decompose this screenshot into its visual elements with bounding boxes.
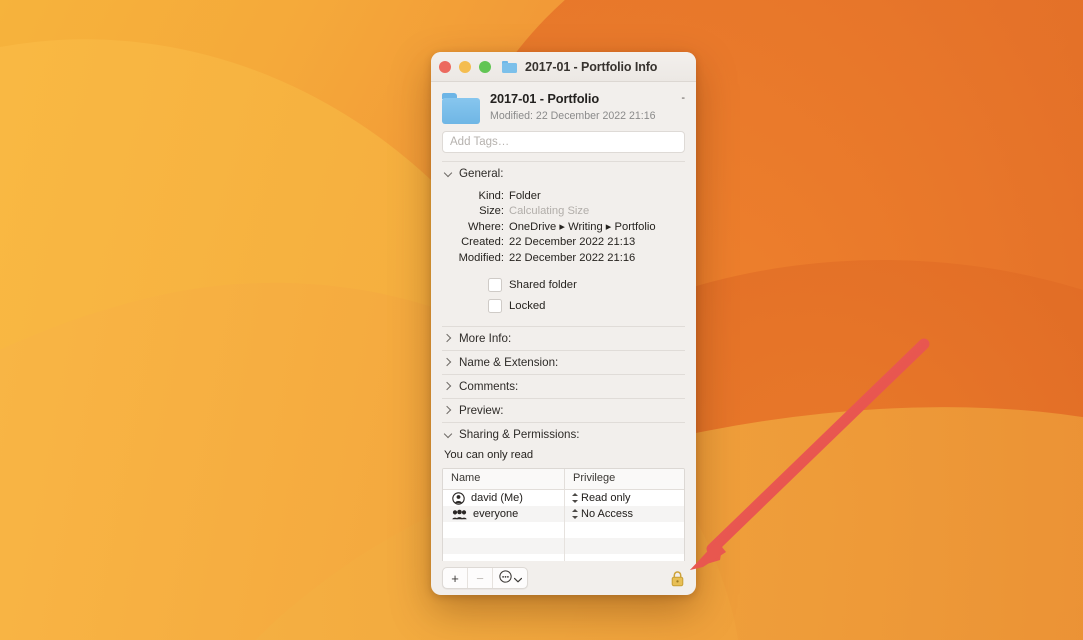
stepper-icon[interactable] <box>571 492 578 504</box>
section-more-info-label: More Info: <box>459 332 511 345</box>
section-preview: Preview: <box>442 398 685 422</box>
section-preview-label: Preview: <box>459 404 503 417</box>
close-button[interactable] <box>439 61 451 73</box>
chevron-down-icon <box>444 169 453 178</box>
section-name-extension-header[interactable]: Name & Extension: <box>442 351 685 374</box>
maximize-button[interactable] <box>479 61 491 73</box>
action-menu-icon <box>499 570 512 586</box>
table-row-empty <box>443 554 684 561</box>
general-details: Kind: Folder Size: Calculating Size Wher… <box>442 185 685 268</box>
detail-key: Kind: <box>442 189 509 204</box>
window-title: 2017-01 - Portfolio Info <box>525 60 657 74</box>
section-name-extension-label: Name & Extension: <box>459 356 558 369</box>
permission-value[interactable]: No Access <box>581 508 633 520</box>
file-name: 2017-01 - Portfolio <box>490 91 671 106</box>
section-comments-header[interactable]: Comments: <box>442 375 685 398</box>
permission-note: You can only read <box>442 446 685 468</box>
detail-row: Kind: Folder <box>442 189 685 204</box>
detail-value: 22 December 2022 21:13 <box>509 235 635 250</box>
chevron-right-icon <box>444 334 453 343</box>
permission-user-name: david (Me) <box>471 492 523 504</box>
file-modified-line: Modified: 22 December 2022 21:16 <box>490 110 671 122</box>
add-tags-field[interactable]: Add Tags… <box>442 131 685 153</box>
detail-key: Modified: <box>442 251 509 266</box>
traffic-lights <box>439 61 491 73</box>
wallpaper-shape-two <box>0 179 823 640</box>
section-name-extension: Name & Extension: <box>442 350 685 374</box>
shared-folder-checkbox[interactable] <box>488 278 502 292</box>
section-general-label: General: <box>459 167 503 180</box>
remove-user-button[interactable]: − <box>468 568 493 588</box>
locked-checkbox-row[interactable]: Locked <box>488 299 685 313</box>
group-icon <box>452 509 467 520</box>
shared-folder-checkbox-row[interactable]: Shared folder <box>488 278 685 292</box>
section-sharing-permissions: Sharing & Permissions: You can only read… <box>442 422 685 561</box>
detail-key: Where: <box>442 220 509 235</box>
folder-large-icon[interactable] <box>442 93 480 124</box>
desktop-background: 2017-01 - Portfolio Info 2017-01 - Portf… <box>0 0 1083 640</box>
detail-value: 22 December 2022 21:16 <box>509 251 635 266</box>
chevron-right-icon <box>444 382 453 391</box>
action-menu-button[interactable] <box>493 568 527 588</box>
section-preview-header[interactable]: Preview: <box>442 399 685 422</box>
file-header: 2017-01 - Portfolio Modified: 22 Decembe… <box>442 82 685 131</box>
lock-button[interactable] <box>670 570 685 587</box>
permissions-table-header: Name Privilege <box>443 469 684 490</box>
section-more-info: More Info: <box>442 326 685 350</box>
add-tags-placeholder: Add Tags… <box>450 136 509 148</box>
detail-row: Modified: 22 December 2022 21:16 <box>442 251 685 266</box>
chevron-right-icon <box>444 406 453 415</box>
section-sharing-label: Sharing & Permissions: <box>459 428 580 441</box>
chevron-down-icon <box>444 430 453 439</box>
folder-icon <box>502 61 517 73</box>
detail-value: OneDrive ▸ Writing ▸ Portfolio <box>509 220 656 235</box>
table-row[interactable]: everyone No Access <box>443 506 684 522</box>
section-sharing-header[interactable]: Sharing & Permissions: <box>442 423 685 446</box>
locked-checkbox[interactable] <box>488 299 502 313</box>
section-comments-label: Comments: <box>459 380 518 393</box>
column-header-name: Name <box>443 469 565 489</box>
general-checkboxes: Shared folder Locked <box>442 268 685 326</box>
section-comments: Comments: <box>442 374 685 398</box>
minimize-button[interactable] <box>459 61 471 73</box>
chevron-right-icon <box>444 358 453 367</box>
table-row-empty <box>443 538 684 554</box>
table-row-empty <box>443 522 684 538</box>
permissions-table: Name Privilege da <box>442 468 685 561</box>
permission-user-name: everyone <box>473 508 518 520</box>
permission-actions-group: + − <box>442 567 528 589</box>
section-general-header[interactable]: General: <box>442 162 685 185</box>
window-titlebar: 2017-01 - Portfolio Info <box>431 52 696 82</box>
detail-key: Size: <box>442 204 509 219</box>
locked-label: Locked <box>509 300 545 312</box>
table-row[interactable]: david (Me) Read only <box>443 490 684 506</box>
detail-row: Where: OneDrive ▸ Writing ▸ Portfolio <box>442 220 685 235</box>
file-size-value: - <box>681 92 685 104</box>
shared-folder-label: Shared folder <box>509 279 577 291</box>
detail-key: Created: <box>442 235 509 250</box>
column-header-privilege: Privilege <box>565 469 684 489</box>
chevron-down-icon <box>514 571 522 586</box>
section-general: General: Kind: Folder Size: Calculating … <box>442 161 685 326</box>
detail-row: Size: Calculating Size <box>442 204 685 219</box>
window-content: 2017-01 - Portfolio Modified: 22 Decembe… <box>431 82 696 561</box>
stepper-icon[interactable] <box>571 508 578 520</box>
get-info-window: 2017-01 - Portfolio Info 2017-01 - Portf… <box>431 52 696 595</box>
detail-value: Folder <box>509 189 541 204</box>
window-bottom-toolbar: + − <box>431 561 696 595</box>
add-user-button[interactable]: + <box>443 568 468 588</box>
user-circle-icon <box>452 492 465 505</box>
section-more-info-header[interactable]: More Info: <box>442 327 685 350</box>
permission-value[interactable]: Read only <box>581 492 631 504</box>
detail-row: Created: 22 December 2022 21:13 <box>442 235 685 250</box>
detail-value: Calculating Size <box>509 204 589 219</box>
